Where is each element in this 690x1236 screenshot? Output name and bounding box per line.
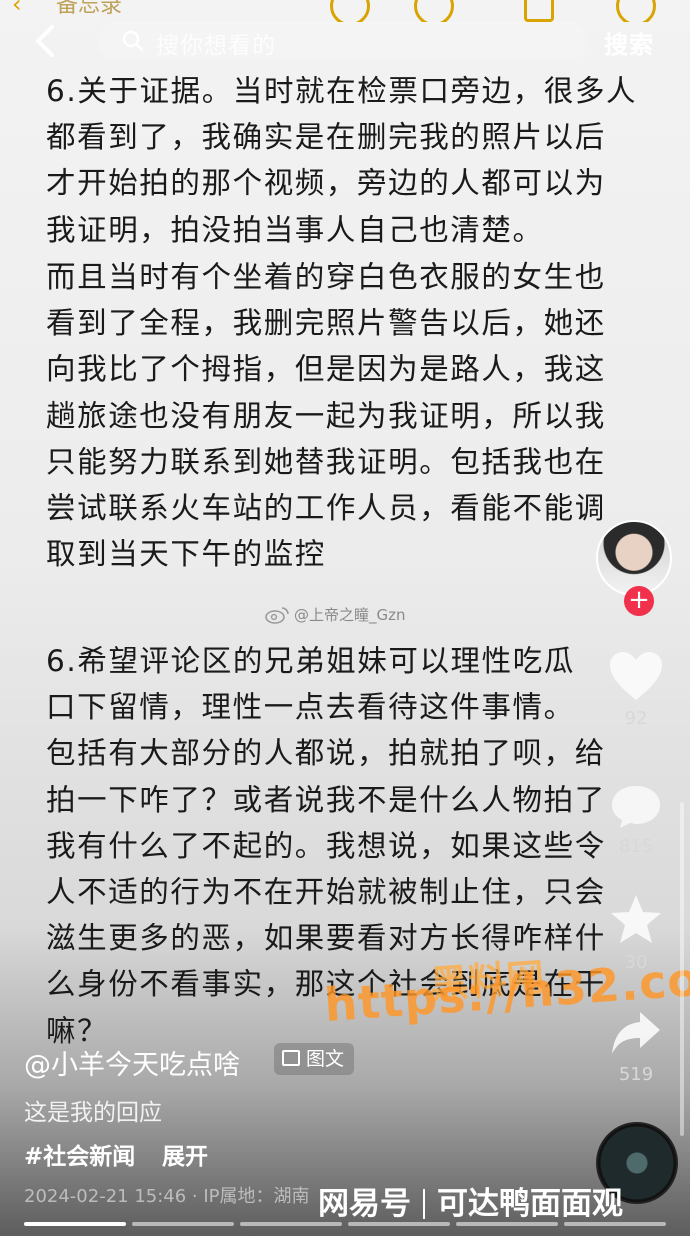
scrollbar[interactable] xyxy=(680,802,684,1136)
app-header: 搜你想看的 搜索 xyxy=(0,18,690,64)
note-line: 看到了全程，我删完照片警告以后，她还 xyxy=(46,306,606,341)
memo-back-icon: ‹ xyxy=(12,0,22,18)
note-line: 而且当时有个坐着的穿白色衣服的女生也 xyxy=(46,260,606,294)
note-line: 我证明，拍没拍当事人自己也清楚。 xyxy=(46,212,544,247)
progress-segment xyxy=(24,1222,126,1226)
note-line: 趟旅途也没有朋友一起为我证明，所以我 xyxy=(46,398,606,433)
like-count: 92 xyxy=(624,708,648,729)
note-line: 6.关于证据。当时就在检票口旁边，很多人 xyxy=(46,74,638,108)
post-type-label: 图文 xyxy=(306,1048,345,1070)
note-line: 才开始拍的那个视频，旁边的人都可以为 xyxy=(46,166,606,201)
share-count: 519 xyxy=(618,1064,654,1085)
note-line: 滋生更多的恶，如果要看对方长得咋样什 xyxy=(46,921,606,956)
star-icon xyxy=(611,895,661,943)
comment-button[interactable]: 815 xyxy=(604,782,668,857)
note-line: 尝试联系火车站的工作人员，看能不能调 xyxy=(46,491,606,526)
weibo-watermark: @上帝之瞳_Gzn xyxy=(294,606,406,624)
post-meta: 2024-02-21 15:46 · IP属地：湖南 xyxy=(24,1186,310,1207)
share-button[interactable]: 519 xyxy=(604,1008,668,1085)
note-line: 口下留情，理性一点去看待这件事情。 xyxy=(46,690,575,725)
heart-icon xyxy=(610,652,662,700)
divider xyxy=(423,1189,425,1219)
note-line: 向我比了个拇指，但是因为是路人，我这 xyxy=(46,352,606,387)
comment-icon xyxy=(612,786,660,828)
expand-button[interactable]: 展开 xyxy=(162,1137,208,1171)
like-button[interactable]: 92 xyxy=(604,650,668,729)
search-placeholder: 搜你想看的 xyxy=(156,33,276,59)
source-platform: 网易号 xyxy=(318,1186,411,1222)
note-line: 只能努力联系到她替我证明。包括我也在 xyxy=(46,444,606,479)
image-icon xyxy=(282,1050,300,1066)
image-progress xyxy=(24,1222,666,1228)
note-line: 我有什么了不起的。我想说，如果这些令 xyxy=(46,828,606,863)
note-paragraph-2: 而且当时有个坐着的穿白色衣服的女生也 看到了全程，我删完照片警告以后，她还 向我… xyxy=(46,254,646,577)
back-icon[interactable] xyxy=(30,24,60,58)
source-account: 可达鸭面面观 xyxy=(437,1186,623,1222)
note-line: 拍一下咋了？或者说我不是什么人物拍了 xyxy=(46,782,606,817)
progress-segment xyxy=(456,1222,558,1226)
comment-count: 815 xyxy=(618,836,654,857)
source-credit: 网易号 可达鸭面面观 xyxy=(318,1178,623,1223)
share-icon xyxy=(612,1012,660,1054)
memo-title: 备忘录 xyxy=(56,0,123,18)
note-line: 6.希望评论区的兄弟姐妹可以理性吃瓜 xyxy=(46,644,575,678)
note-line: 都看到了，我确实是在删完我的照片以后 xyxy=(46,120,606,155)
follow-button[interactable]: + xyxy=(624,586,654,616)
progress-segment xyxy=(348,1222,450,1226)
weibo-icon xyxy=(265,607,289,624)
progress-segment xyxy=(240,1222,342,1226)
note-line: 包括有大部分的人都说，拍就拍了呗，给 xyxy=(46,736,606,771)
progress-segment xyxy=(564,1222,666,1226)
note-line: 人不适的行为不在开始就被制止住，只会 xyxy=(46,875,606,910)
note-line: 取到当天下午的监控 xyxy=(46,537,326,572)
progress-segment xyxy=(132,1222,234,1226)
post-description: 这是我的回应 xyxy=(24,1100,162,1126)
note-paragraph-1: 6.关于证据。当时就在检票口旁边，很多人 都看到了，我确实是在删完我的照片以后 … xyxy=(46,68,646,253)
hashtag-link[interactable]: #社会新闻 xyxy=(24,1137,135,1171)
search-icon xyxy=(122,30,144,52)
search-button[interactable]: 搜索 xyxy=(604,25,654,60)
post-type-badge: 图文 xyxy=(274,1043,355,1075)
author-name[interactable]: @小羊今天吃点啥 xyxy=(24,1043,240,1082)
